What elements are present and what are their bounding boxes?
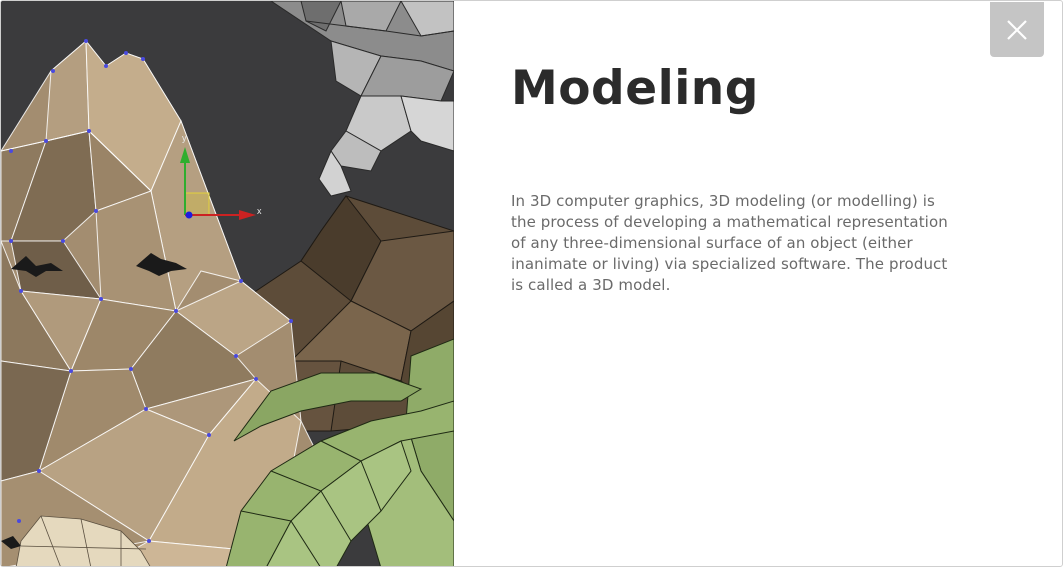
dialog-title: Modeling [511,61,759,116]
dialog-description: In 3D computer graphics, 3D modeling (or… [511,192,948,294]
close-button[interactable] [990,2,1044,57]
gizmo-x-label: x [257,206,262,216]
modeling-viewport-image: y x [1,1,454,566]
modeling-dialog: y x Modeling In 3D computer graphics, 3D… [0,0,1063,567]
close-icon [1007,19,1027,40]
gizmo-y-label: y [182,133,187,143]
dialog-content: Modeling In 3D computer graphics, 3D mod… [511,61,956,296]
